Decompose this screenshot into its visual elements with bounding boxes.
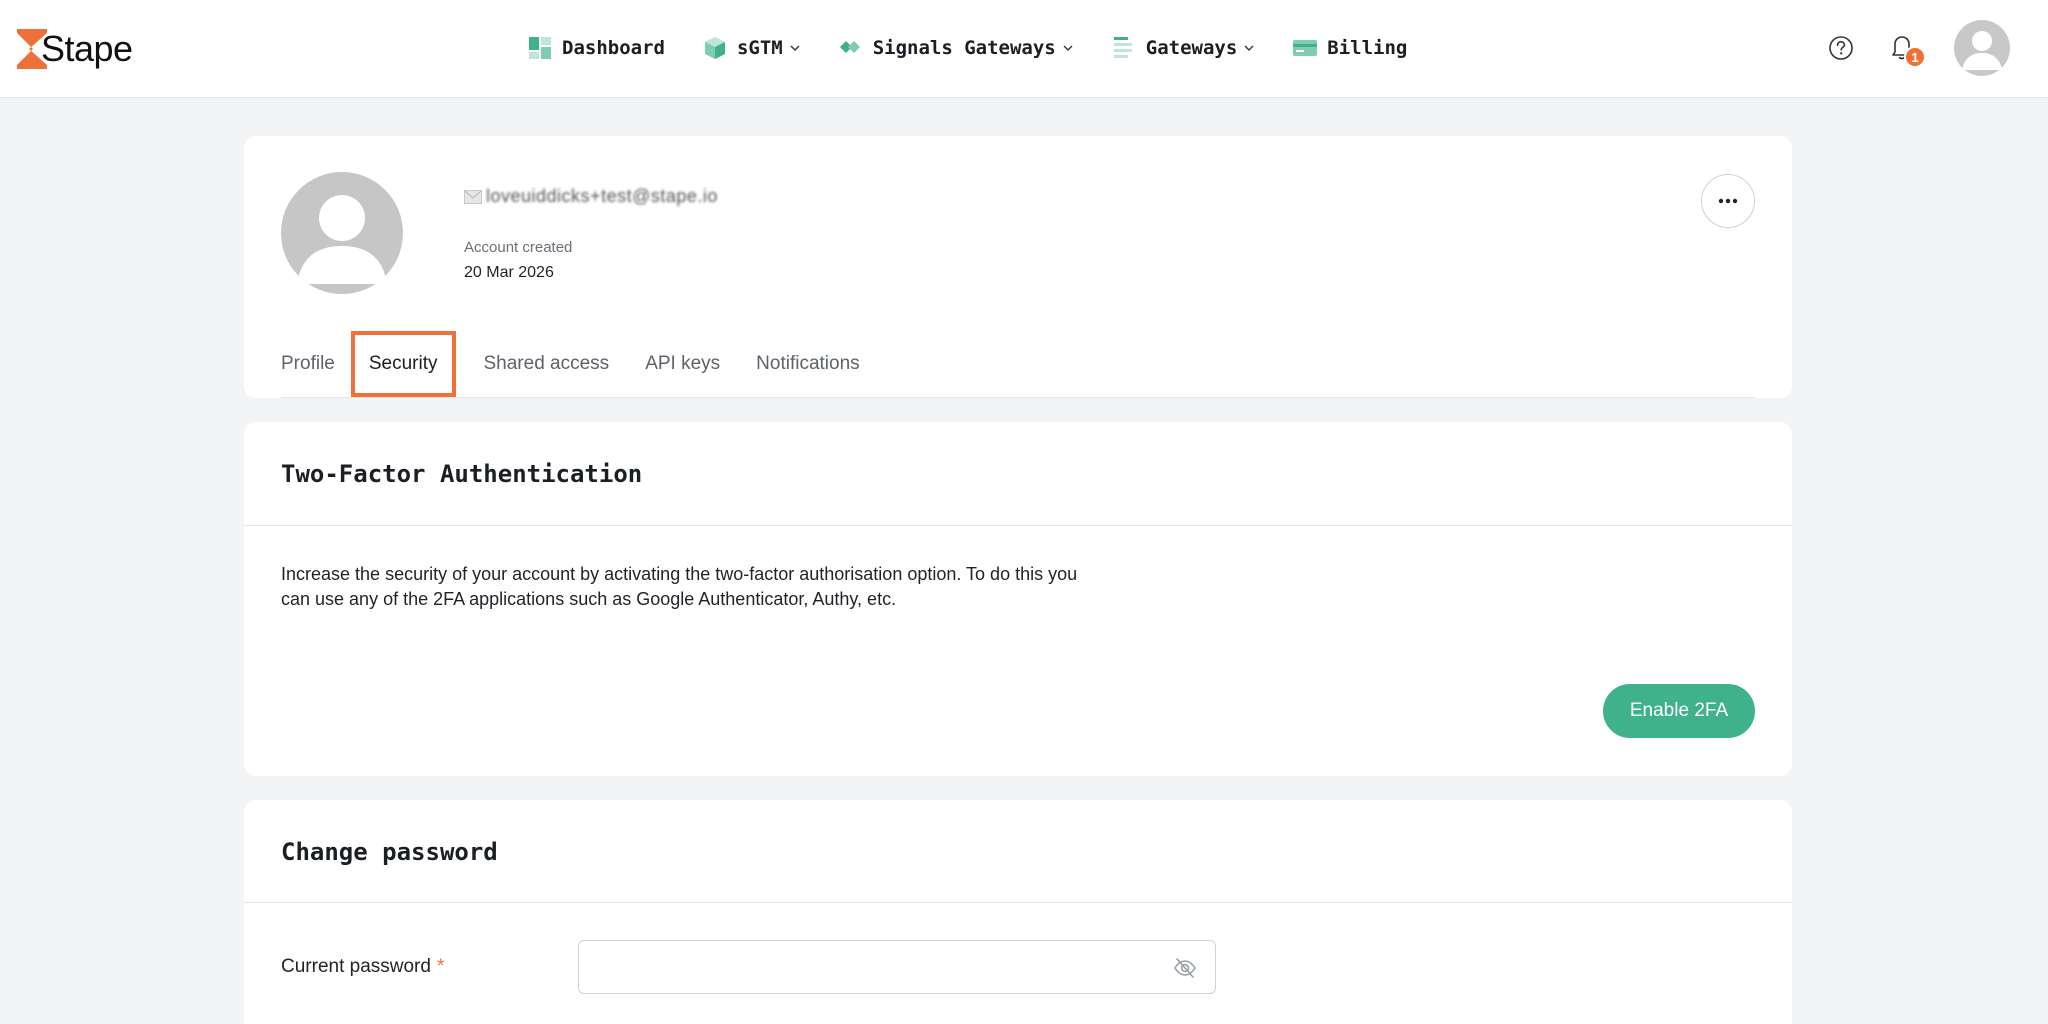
two-factor-description: Increase the security of your account by…: [281, 564, 1078, 609]
tab-profile[interactable]: Profile: [281, 331, 343, 397]
help-icon[interactable]: [1828, 35, 1854, 61]
account-created-label: Account created: [464, 239, 573, 256]
mail-icon: [464, 189, 482, 204]
tab-notifications[interactable]: Notifications: [748, 331, 868, 397]
account-email: loveuiddicks+test@stape.io: [486, 186, 718, 206]
tab-api-keys[interactable]: API keys: [637, 331, 728, 397]
cube-icon: [704, 37, 725, 59]
nav-signals-gateways-label: Signals Gateways: [872, 37, 1056, 59]
change-password-card: Change password Current password *: [244, 800, 1792, 1024]
top-navigation-bar: Stape Dashboard sGTM Signals Gateways Ga…: [0, 0, 2048, 98]
notifications-button[interactable]: 1: [1888, 32, 1926, 68]
stape-logo[interactable]: Stape: [17, 24, 133, 74]
nav-sgtm[interactable]: sGTM: [703, 36, 801, 60]
current-password-label: Current password *: [281, 956, 444, 978]
ellipsis-icon: [1718, 198, 1738, 204]
more-options-button[interactable]: [1701, 174, 1755, 228]
header-actions: 1: [1828, 18, 2010, 78]
nav-signals-gateways[interactable]: Signals Gateways: [839, 36, 1074, 60]
profile-avatar-icon: [297, 195, 387, 284]
main-nav: Dashboard sGTM Signals Gateways Gateways…: [528, 26, 1445, 70]
nav-billing[interactable]: Billing: [1293, 36, 1407, 60]
chevron-down-icon: [790, 45, 800, 51]
stape-logo-text: Stape: [41, 28, 133, 69]
dashboard-icon: [529, 37, 551, 59]
gateways-icon: [1113, 37, 1132, 58]
chevron-down-icon: [1244, 45, 1254, 51]
required-mark: *: [436, 956, 445, 977]
nav-gateways[interactable]: Gateways: [1112, 36, 1256, 60]
enable-2fa-button[interactable]: Enable 2FA: [1603, 684, 1755, 738]
divider: [244, 902, 1792, 903]
two-factor-card: Two-Factor Authentication Increase the s…: [244, 422, 1792, 776]
tab-shared-access[interactable]: Shared access: [476, 331, 618, 397]
chevron-down-icon: [1063, 45, 1073, 51]
two-factor-title: Two-Factor Authentication: [281, 460, 643, 488]
current-password-label-text: Current password: [281, 956, 431, 977]
user-avatar-icon: [1962, 31, 2002, 70]
nav-dashboard[interactable]: Dashboard: [528, 36, 665, 60]
current-password-input[interactable]: [578, 940, 1216, 994]
account-tabs: Profile Security Shared access API keys …: [281, 331, 1755, 398]
notification-count-badge: 1: [1904, 46, 1926, 68]
tab-security[interactable]: Security: [350, 331, 456, 397]
change-password-title: Change password: [281, 838, 498, 866]
nav-dashboard-label: Dashboard: [562, 37, 665, 59]
user-avatar[interactable]: [1954, 20, 2010, 76]
account-created-date: 20 Mar 2026: [464, 264, 554, 281]
account-email-row: loveuiddicks+test@stape.io: [464, 186, 718, 207]
divider: [244, 525, 1792, 526]
eye-off-icon[interactable]: [1173, 956, 1197, 980]
credit-card-icon: [1293, 40, 1318, 56]
signals-icon: [839, 41, 860, 53]
profile-card: loveuiddicks+test@stape.io Account creat…: [244, 136, 1792, 398]
profile-avatar: [281, 172, 403, 294]
stape-logo-icon: [17, 29, 47, 69]
nav-gateways-label: Gateways: [1145, 37, 1238, 59]
nav-sgtm-label: sGTM: [736, 37, 783, 59]
nav-billing-label: Billing: [1327, 37, 1408, 59]
